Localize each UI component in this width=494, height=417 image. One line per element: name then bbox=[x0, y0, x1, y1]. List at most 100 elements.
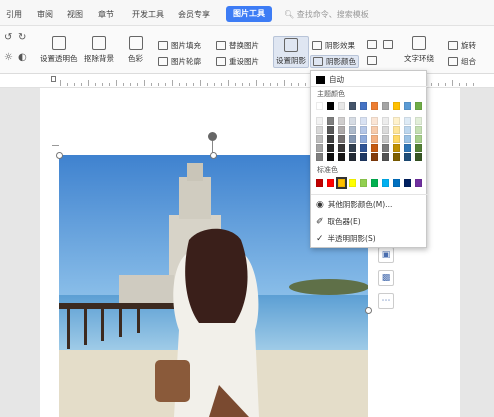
auto-color-option[interactable]: 自动 bbox=[316, 74, 344, 85]
theme-color-swatch[interactable] bbox=[371, 153, 378, 161]
theme-color-swatch[interactable] bbox=[338, 126, 345, 134]
theme-color-swatch[interactable] bbox=[371, 144, 378, 152]
theme-color-swatch[interactable] bbox=[382, 117, 389, 125]
combine-button[interactable]: 组合 bbox=[448, 56, 476, 67]
resize-handle-top-left[interactable] bbox=[56, 152, 63, 159]
theme-color-swatch[interactable] bbox=[316, 117, 323, 125]
theme-color-swatch[interactable] bbox=[327, 144, 334, 152]
set-transparent-color-button[interactable]: 设置透明色 bbox=[40, 36, 78, 64]
eyedropper-option[interactable]: ✐ 取色器(E) bbox=[316, 216, 361, 227]
theme-color-swatch[interactable] bbox=[382, 144, 389, 152]
theme-color-swatch[interactable] bbox=[349, 144, 356, 152]
tab-section[interactable]: 章节 bbox=[98, 9, 114, 21]
rotate-handle[interactable] bbox=[208, 132, 217, 141]
theme-color-swatch[interactable] bbox=[393, 102, 400, 110]
semi-transparent-shadow-option[interactable]: ✓ 半透明阴影(S) bbox=[316, 233, 376, 244]
tab-references[interactable]: 引用 bbox=[6, 9, 22, 21]
theme-color-swatch[interactable] bbox=[382, 153, 389, 161]
theme-color-swatch[interactable] bbox=[393, 117, 400, 125]
contrast-icon[interactable]: ◐ bbox=[18, 52, 27, 63]
theme-color-swatch[interactable] bbox=[415, 144, 422, 152]
theme-color-swatch[interactable] bbox=[371, 135, 378, 143]
theme-color-swatch[interactable] bbox=[415, 102, 422, 110]
text-wrap-button[interactable]: 文字环绕 bbox=[404, 36, 434, 64]
theme-color-swatch[interactable] bbox=[316, 153, 323, 161]
theme-color-swatch[interactable] bbox=[393, 153, 400, 161]
theme-color-swatch[interactable] bbox=[338, 102, 345, 110]
standard-color-swatch[interactable] bbox=[371, 179, 378, 187]
nudge-up-button[interactable] bbox=[367, 40, 380, 49]
standard-color-swatch[interactable] bbox=[382, 179, 389, 187]
reset-picture-button[interactable]: 重设图片 bbox=[216, 56, 259, 67]
picture-outline-button[interactable]: 图片轮廓 bbox=[158, 56, 201, 67]
remove-background-button[interactable]: 抠除背景 bbox=[84, 36, 114, 64]
shadow-effect-button[interactable]: 阴影效果 bbox=[312, 40, 355, 51]
standard-color-swatch[interactable] bbox=[393, 179, 400, 187]
theme-color-swatch[interactable] bbox=[349, 117, 356, 125]
theme-color-swatch[interactable] bbox=[404, 153, 411, 161]
theme-color-swatch[interactable] bbox=[316, 126, 323, 134]
theme-color-swatch[interactable] bbox=[316, 102, 323, 110]
theme-color-swatch[interactable] bbox=[349, 126, 356, 134]
theme-color-swatch[interactable] bbox=[349, 135, 356, 143]
theme-color-swatch[interactable] bbox=[360, 144, 367, 152]
theme-color-swatch[interactable] bbox=[404, 144, 411, 152]
rotate-right-icon[interactable]: ↻ bbox=[18, 32, 26, 43]
tab-view[interactable]: 视图 bbox=[67, 9, 83, 21]
theme-color-swatch[interactable] bbox=[371, 117, 378, 125]
theme-color-swatch[interactable] bbox=[338, 135, 345, 143]
theme-color-swatch[interactable] bbox=[349, 153, 356, 161]
theme-color-swatch[interactable] bbox=[404, 117, 411, 125]
shadow-toggle-button[interactable] bbox=[383, 40, 396, 49]
theme-color-swatch[interactable] bbox=[382, 135, 389, 143]
theme-color-swatch[interactable] bbox=[327, 126, 334, 134]
theme-color-swatch[interactable] bbox=[382, 102, 389, 110]
more-shadow-colors-option[interactable]: ◉ 其他阴影颜色(M)... bbox=[316, 199, 392, 210]
theme-color-swatch[interactable] bbox=[404, 135, 411, 143]
standard-color-swatch[interactable] bbox=[404, 179, 411, 187]
set-shadow-button[interactable]: 设置阴影 bbox=[273, 36, 309, 68]
theme-color-swatch[interactable] bbox=[393, 126, 400, 134]
theme-color-swatch[interactable] bbox=[338, 144, 345, 152]
theme-color-swatch[interactable] bbox=[360, 102, 367, 110]
side-more-tool[interactable]: ⋯ bbox=[378, 293, 394, 309]
theme-color-swatch[interactable] bbox=[404, 102, 411, 110]
rotate-left-icon[interactable]: ↺ bbox=[4, 32, 12, 43]
color-button[interactable]: 色彩 bbox=[128, 36, 143, 64]
ruler-indent-marker[interactable] bbox=[51, 76, 56, 82]
theme-color-swatch[interactable] bbox=[393, 144, 400, 152]
theme-color-swatch[interactable] bbox=[415, 126, 422, 134]
picture-fill-button[interactable]: 图片填充 bbox=[158, 40, 201, 51]
brightness-icon[interactable]: ☼ bbox=[4, 52, 13, 63]
rotate-button[interactable]: 旋转 bbox=[448, 40, 476, 51]
theme-color-swatch[interactable] bbox=[327, 102, 334, 110]
theme-color-swatch[interactable] bbox=[404, 126, 411, 134]
standard-color-swatch[interactable] bbox=[360, 179, 367, 187]
theme-color-swatch[interactable] bbox=[338, 117, 345, 125]
resize-handle-middle-right[interactable] bbox=[365, 307, 372, 314]
standard-color-swatch[interactable] bbox=[415, 179, 422, 187]
theme-color-swatch[interactable] bbox=[316, 135, 323, 143]
theme-color-swatch[interactable] bbox=[382, 126, 389, 134]
theme-color-swatch[interactable] bbox=[327, 153, 334, 161]
theme-color-swatch[interactable] bbox=[393, 135, 400, 143]
tab-picture-tools[interactable]: 图片工具 bbox=[226, 6, 272, 22]
resize-handle-top-center[interactable] bbox=[210, 152, 217, 159]
theme-color-swatch[interactable] bbox=[360, 117, 367, 125]
shadow-color-button[interactable]: 阴影颜色 bbox=[310, 55, 359, 68]
standard-color-swatch-selected[interactable] bbox=[336, 177, 347, 189]
theme-color-swatch[interactable] bbox=[327, 117, 334, 125]
side-picture-tool[interactable]: ▩ bbox=[378, 270, 394, 286]
search-box[interactable]: 🔍︎ 查找命令、搜索模板 bbox=[284, 9, 369, 20]
theme-color-swatch[interactable] bbox=[360, 126, 367, 134]
tab-member[interactable]: 会员专享 bbox=[178, 9, 210, 21]
theme-color-swatch[interactable] bbox=[415, 117, 422, 125]
theme-color-swatch[interactable] bbox=[338, 153, 345, 161]
tab-developer[interactable]: 开发工具 bbox=[132, 9, 164, 21]
theme-color-swatch[interactable] bbox=[360, 135, 367, 143]
theme-color-swatch[interactable] bbox=[316, 144, 323, 152]
theme-color-swatch[interactable] bbox=[371, 102, 378, 110]
side-layout-tool[interactable]: ▣ bbox=[378, 247, 394, 263]
theme-color-swatch[interactable] bbox=[415, 135, 422, 143]
standard-color-swatch[interactable] bbox=[316, 179, 323, 187]
